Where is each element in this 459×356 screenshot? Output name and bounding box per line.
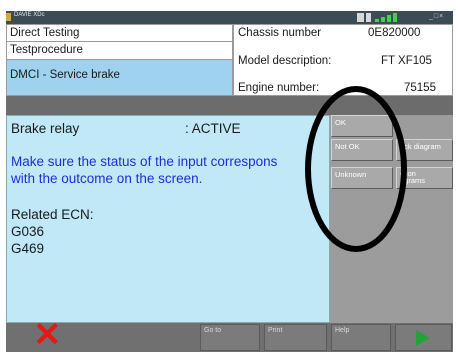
chassis-label: Chassis number	[238, 27, 322, 39]
model-label: Model description:	[238, 55, 332, 67]
ecn-code: G036	[11, 224, 45, 239]
help-button[interactable]: Help	[331, 324, 391, 351]
status-value: : ACTIVE	[185, 121, 241, 136]
status-label: Brake relay	[11, 121, 80, 136]
bottom-toolbar: Go to Print Help	[6, 323, 453, 352]
app-icon	[6, 13, 11, 21]
block-diagram-button[interactable]: ock diagram	[396, 139, 453, 161]
breadcrumb-testprocedure[interactable]: Testprocedure	[6, 41, 233, 60]
not-ok-button-label: Not OK	[335, 142, 360, 151]
breadcrumb-label: DMCI - Service brake	[10, 69, 120, 81]
ecn-code: G469	[11, 241, 45, 256]
help-button-label: Help	[335, 327, 350, 334]
play-arrow-icon	[416, 330, 430, 346]
next-button[interactable]	[395, 324, 452, 351]
breadcrumb-direct-testing[interactable]: Direct Testing	[6, 24, 233, 42]
function-diagrams-button[interactable]: ction agrams	[396, 167, 453, 189]
print-button[interactable]: Print	[264, 324, 327, 351]
chassis-value: 0E820000	[368, 27, 421, 39]
related-ecn-heading: Related ECN:	[11, 207, 94, 222]
block-diagram-button-label: ock diagram	[400, 142, 441, 151]
unknown-button-label: Unknown	[335, 170, 367, 179]
window-controls[interactable]: _□×	[429, 13, 444, 20]
engine-value: 75155	[404, 82, 436, 94]
engine-label: Engine number:	[238, 82, 320, 94]
signal-bars-icon	[357, 13, 401, 22]
close-icon[interactable]: ×	[439, 13, 444, 20]
action-panel: OK Not OK ock diagram Unknown ction agra…	[330, 115, 453, 323]
test-content-panel: Brake relay : ACTIVE Make sure the statu…	[6, 115, 330, 323]
ok-button-label: OK	[335, 118, 346, 127]
goto-button-label: Go to	[204, 327, 222, 334]
not-ok-button[interactable]: Not OK	[331, 139, 393, 161]
separator-bar	[6, 96, 453, 115]
model-value: FT XF105	[381, 55, 432, 67]
breadcrumb-label: Testprocedure	[10, 44, 83, 56]
vehicle-info-panel: Chassis number 0E820000 Model descriptio…	[233, 24, 453, 96]
print-button-label: Print	[268, 327, 283, 334]
title-bar: DAVIE XDc _□×	[6, 11, 453, 24]
red-x-icon: ✕	[33, 316, 62, 354]
unknown-button[interactable]: Unknown	[331, 167, 393, 189]
breadcrumb-label: Direct Testing	[10, 27, 80, 39]
breadcrumb-dmci-service-brake[interactable]: DMCI - Service brake	[6, 59, 233, 96]
function-diagrams-label-2: agrams	[400, 176, 426, 185]
goto-button[interactable]: Go to	[200, 324, 260, 351]
ok-button[interactable]: OK	[331, 115, 393, 137]
instruction-line-1: Make sure the status of the input corres…	[11, 154, 278, 169]
window-title: DAVIE XDc	[14, 12, 45, 18]
instruction-line-2: with the outcome on the screen.	[11, 171, 203, 186]
